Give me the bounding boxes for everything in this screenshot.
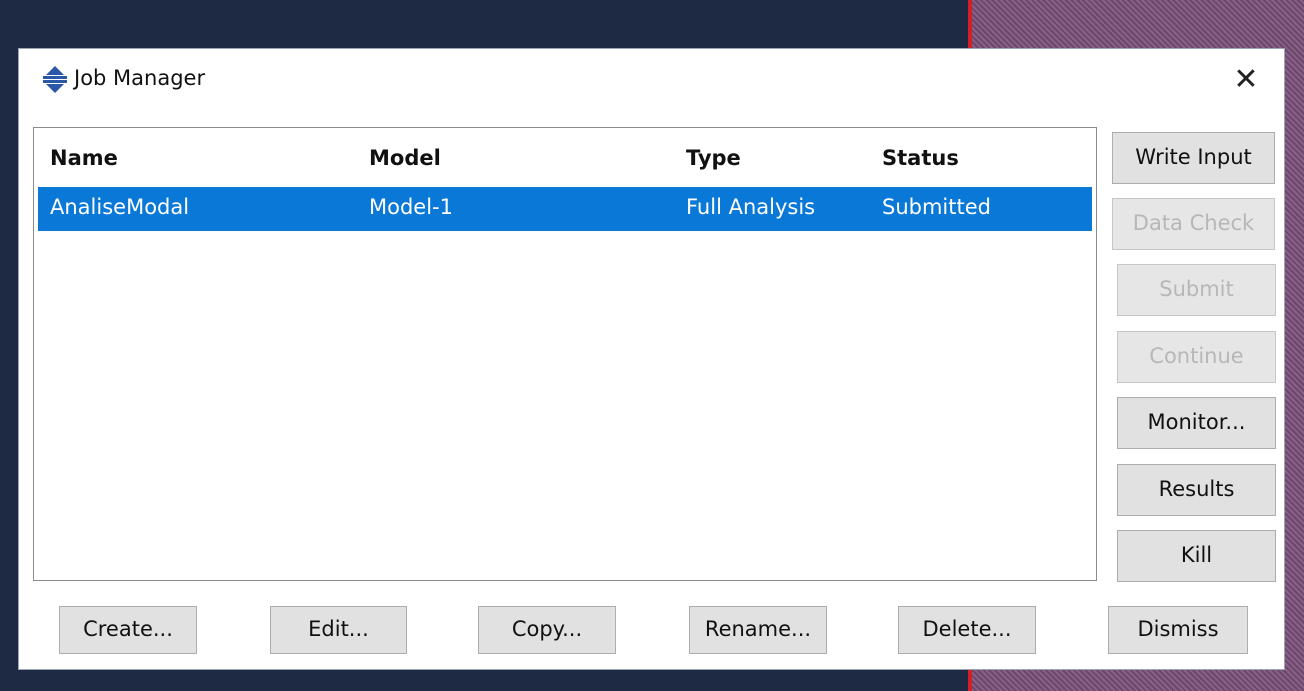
kill-button[interactable]: Kill (1117, 530, 1276, 582)
dialog-title: Job Manager (74, 66, 206, 90)
continue-button[interactable]: Continue (1117, 331, 1276, 383)
delete-button[interactable]: Delete... (898, 606, 1036, 654)
monitor-button[interactable]: Monitor... (1117, 397, 1276, 449)
row-type-cell: Full Analysis (686, 195, 816, 219)
copy-button[interactable]: Copy... (478, 606, 616, 654)
row-name-cell: AnaliseModal (50, 195, 190, 219)
rename-button[interactable]: Rename... (689, 606, 827, 654)
column-header-model[interactable]: Model (369, 146, 441, 170)
create-button[interactable]: Create... (59, 606, 197, 654)
write-input-button[interactable]: Write Input (1112, 132, 1275, 184)
edit-button[interactable]: Edit... (270, 606, 407, 654)
table-row[interactable]: AnaliseModal Model-1 Full Analysis Submi… (38, 187, 1092, 231)
abaqus-icon (43, 66, 67, 93)
results-button[interactable]: Results (1117, 464, 1276, 516)
row-model-cell: Model-1 (369, 195, 453, 219)
column-header-status[interactable]: Status (882, 146, 959, 170)
column-header-type[interactable]: Type (686, 146, 741, 170)
column-header-name[interactable]: Name (50, 146, 118, 170)
row-status-cell: Submitted (882, 195, 991, 219)
submit-button[interactable]: Submit (1117, 264, 1276, 316)
table-header: Name Model Type Status (34, 128, 1096, 186)
dismiss-button[interactable]: Dismiss (1108, 606, 1248, 654)
close-icon[interactable]: ✕ (1226, 60, 1266, 100)
job-list-table[interactable]: Name Model Type Status AnaliseModal Mode… (33, 127, 1097, 581)
data-check-button[interactable]: Data Check (1112, 198, 1275, 250)
